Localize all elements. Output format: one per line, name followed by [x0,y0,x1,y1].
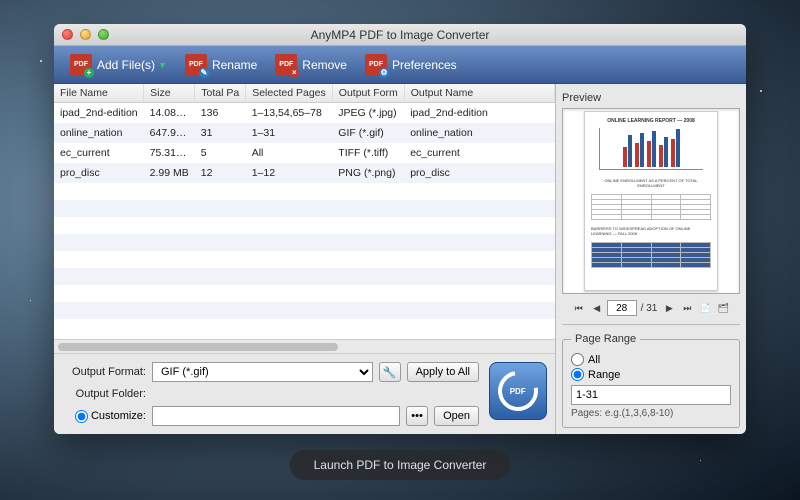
window-zoom-button[interactable] [98,29,109,40]
pager: ⏮ ◀ / 31 ▶ ⏭ 📄 🗂 [562,300,740,316]
range-all-label: All [588,354,600,366]
table-row [54,302,555,319]
pdf-rename-icon: ✎ [185,54,207,76]
add-file-label: Add File(s) [97,58,155,72]
col-outfmt[interactable]: Output Form [332,84,404,103]
table-row[interactable]: ec_current75.31…5AllTIFF (*.tiff)ec_curr… [54,143,555,163]
output-folder-input[interactable] [152,406,400,426]
col-outname[interactable]: Output Name [404,84,554,103]
page-prev-button[interactable]: ◀ [589,300,605,316]
preview-label: Preview [562,92,740,104]
preferences-button[interactable]: ⚙ Preferences [357,50,465,80]
snapshot-folder-button[interactable]: 🗂 [715,300,731,316]
window-minimize-button[interactable] [80,29,91,40]
table-row[interactable]: online_nation647.9…311–31GIF (*.gif)onli… [54,123,555,143]
page-next-button[interactable]: ▶ [661,300,677,316]
remove-button[interactable]: × Remove [267,50,355,80]
table-row [54,268,555,285]
dropdown-arrow-icon: ▼ [158,60,167,70]
table-row [54,251,555,268]
page-range-legend: Page Range [571,333,640,345]
table-row [54,234,555,251]
preview-box: ONLINE LEARNING REPORT — 2008 ONLINE ENR… [562,108,740,294]
file-table[interactable]: File Name Size Total Pa Selected Pages O… [54,84,555,339]
remove-label: Remove [302,58,347,72]
table-row[interactable]: ipad_2nd-edition14.08…1361–13,54,65–78JP… [54,103,555,124]
launch-button[interactable]: Launch PDF to Image Converter [290,450,511,480]
page-total: / 31 [641,303,658,314]
convert-icon: PDF [490,363,546,419]
pdf-add-icon: + [70,54,92,76]
output-format-select[interactable]: GIF (*.gif) [152,362,373,382]
range-input[interactable] [571,385,731,405]
table-row[interactable]: pro_disc2.99 MB121–12PNG (*.png)pro_disc [54,163,555,183]
window-close-button[interactable] [62,29,73,40]
range-all-radio[interactable] [571,353,584,366]
titlebar: AnyMP4 PDF to Image Converter [54,24,746,46]
customize-radio[interactable] [75,410,88,423]
apply-to-all-button[interactable]: Apply to All [407,362,479,382]
wrench-icon: 🔧 [383,366,397,379]
left-pane: File Name Size Total Pa Selected Pages O… [54,84,556,434]
table-row [54,285,555,302]
table-row [54,217,555,234]
output-panel: Output Format: GIF (*.gif) 🔧 Apply to Al… [54,353,555,434]
right-pane: Preview ONLINE LEARNING REPORT — 2008 ON… [556,84,746,434]
page-current-input[interactable] [607,300,637,316]
col-filename[interactable]: File Name [54,84,144,103]
window-title: AnyMP4 PDF to Image Converter [54,28,746,42]
range-range-radio[interactable] [571,368,584,381]
pdf-remove-icon: × [275,54,297,76]
browse-folder-button[interactable]: ••• [406,406,428,426]
open-folder-button[interactable]: Open [434,406,479,426]
col-total[interactable]: Total Pa [195,84,246,103]
col-size[interactable]: Size [144,84,195,103]
add-file-button[interactable]: + Add File(s) ▼ [62,50,175,80]
snapshot-button[interactable]: 📄 [697,300,713,316]
range-hint: Pages: e.g.(1,3,6,8-10) [571,408,731,419]
horizontal-scrollbar[interactable] [54,339,555,353]
app-window: AnyMP4 PDF to Image Converter + Add File… [54,24,746,434]
format-settings-button[interactable]: 🔧 [379,362,401,382]
page-last-button[interactable]: ⏭ [679,300,695,316]
convert-button[interactable]: PDF [489,362,547,420]
preview-page: ONLINE LEARNING REPORT — 2008 ONLINE ENR… [584,111,718,291]
page-range-group: Page Range All Range Pages: e.g.(1,3,6,8… [562,333,740,428]
table-row [54,200,555,217]
customize-label: Customize: [91,410,146,422]
rename-button[interactable]: ✎ Rename [177,50,265,80]
range-range-label: Range [588,369,620,381]
toolbar: + Add File(s) ▼ ✎ Rename × Remove ⚙ Pref… [54,46,746,84]
output-folder-label: Output Folder: [62,388,146,400]
pdf-prefs-icon: ⚙ [365,54,387,76]
rename-label: Rename [212,58,257,72]
page-first-button[interactable]: ⏮ [571,300,587,316]
output-format-label: Output Format: [62,366,146,378]
col-selected[interactable]: Selected Pages [246,84,333,103]
table-row [54,183,555,200]
prefs-label: Preferences [392,58,457,72]
